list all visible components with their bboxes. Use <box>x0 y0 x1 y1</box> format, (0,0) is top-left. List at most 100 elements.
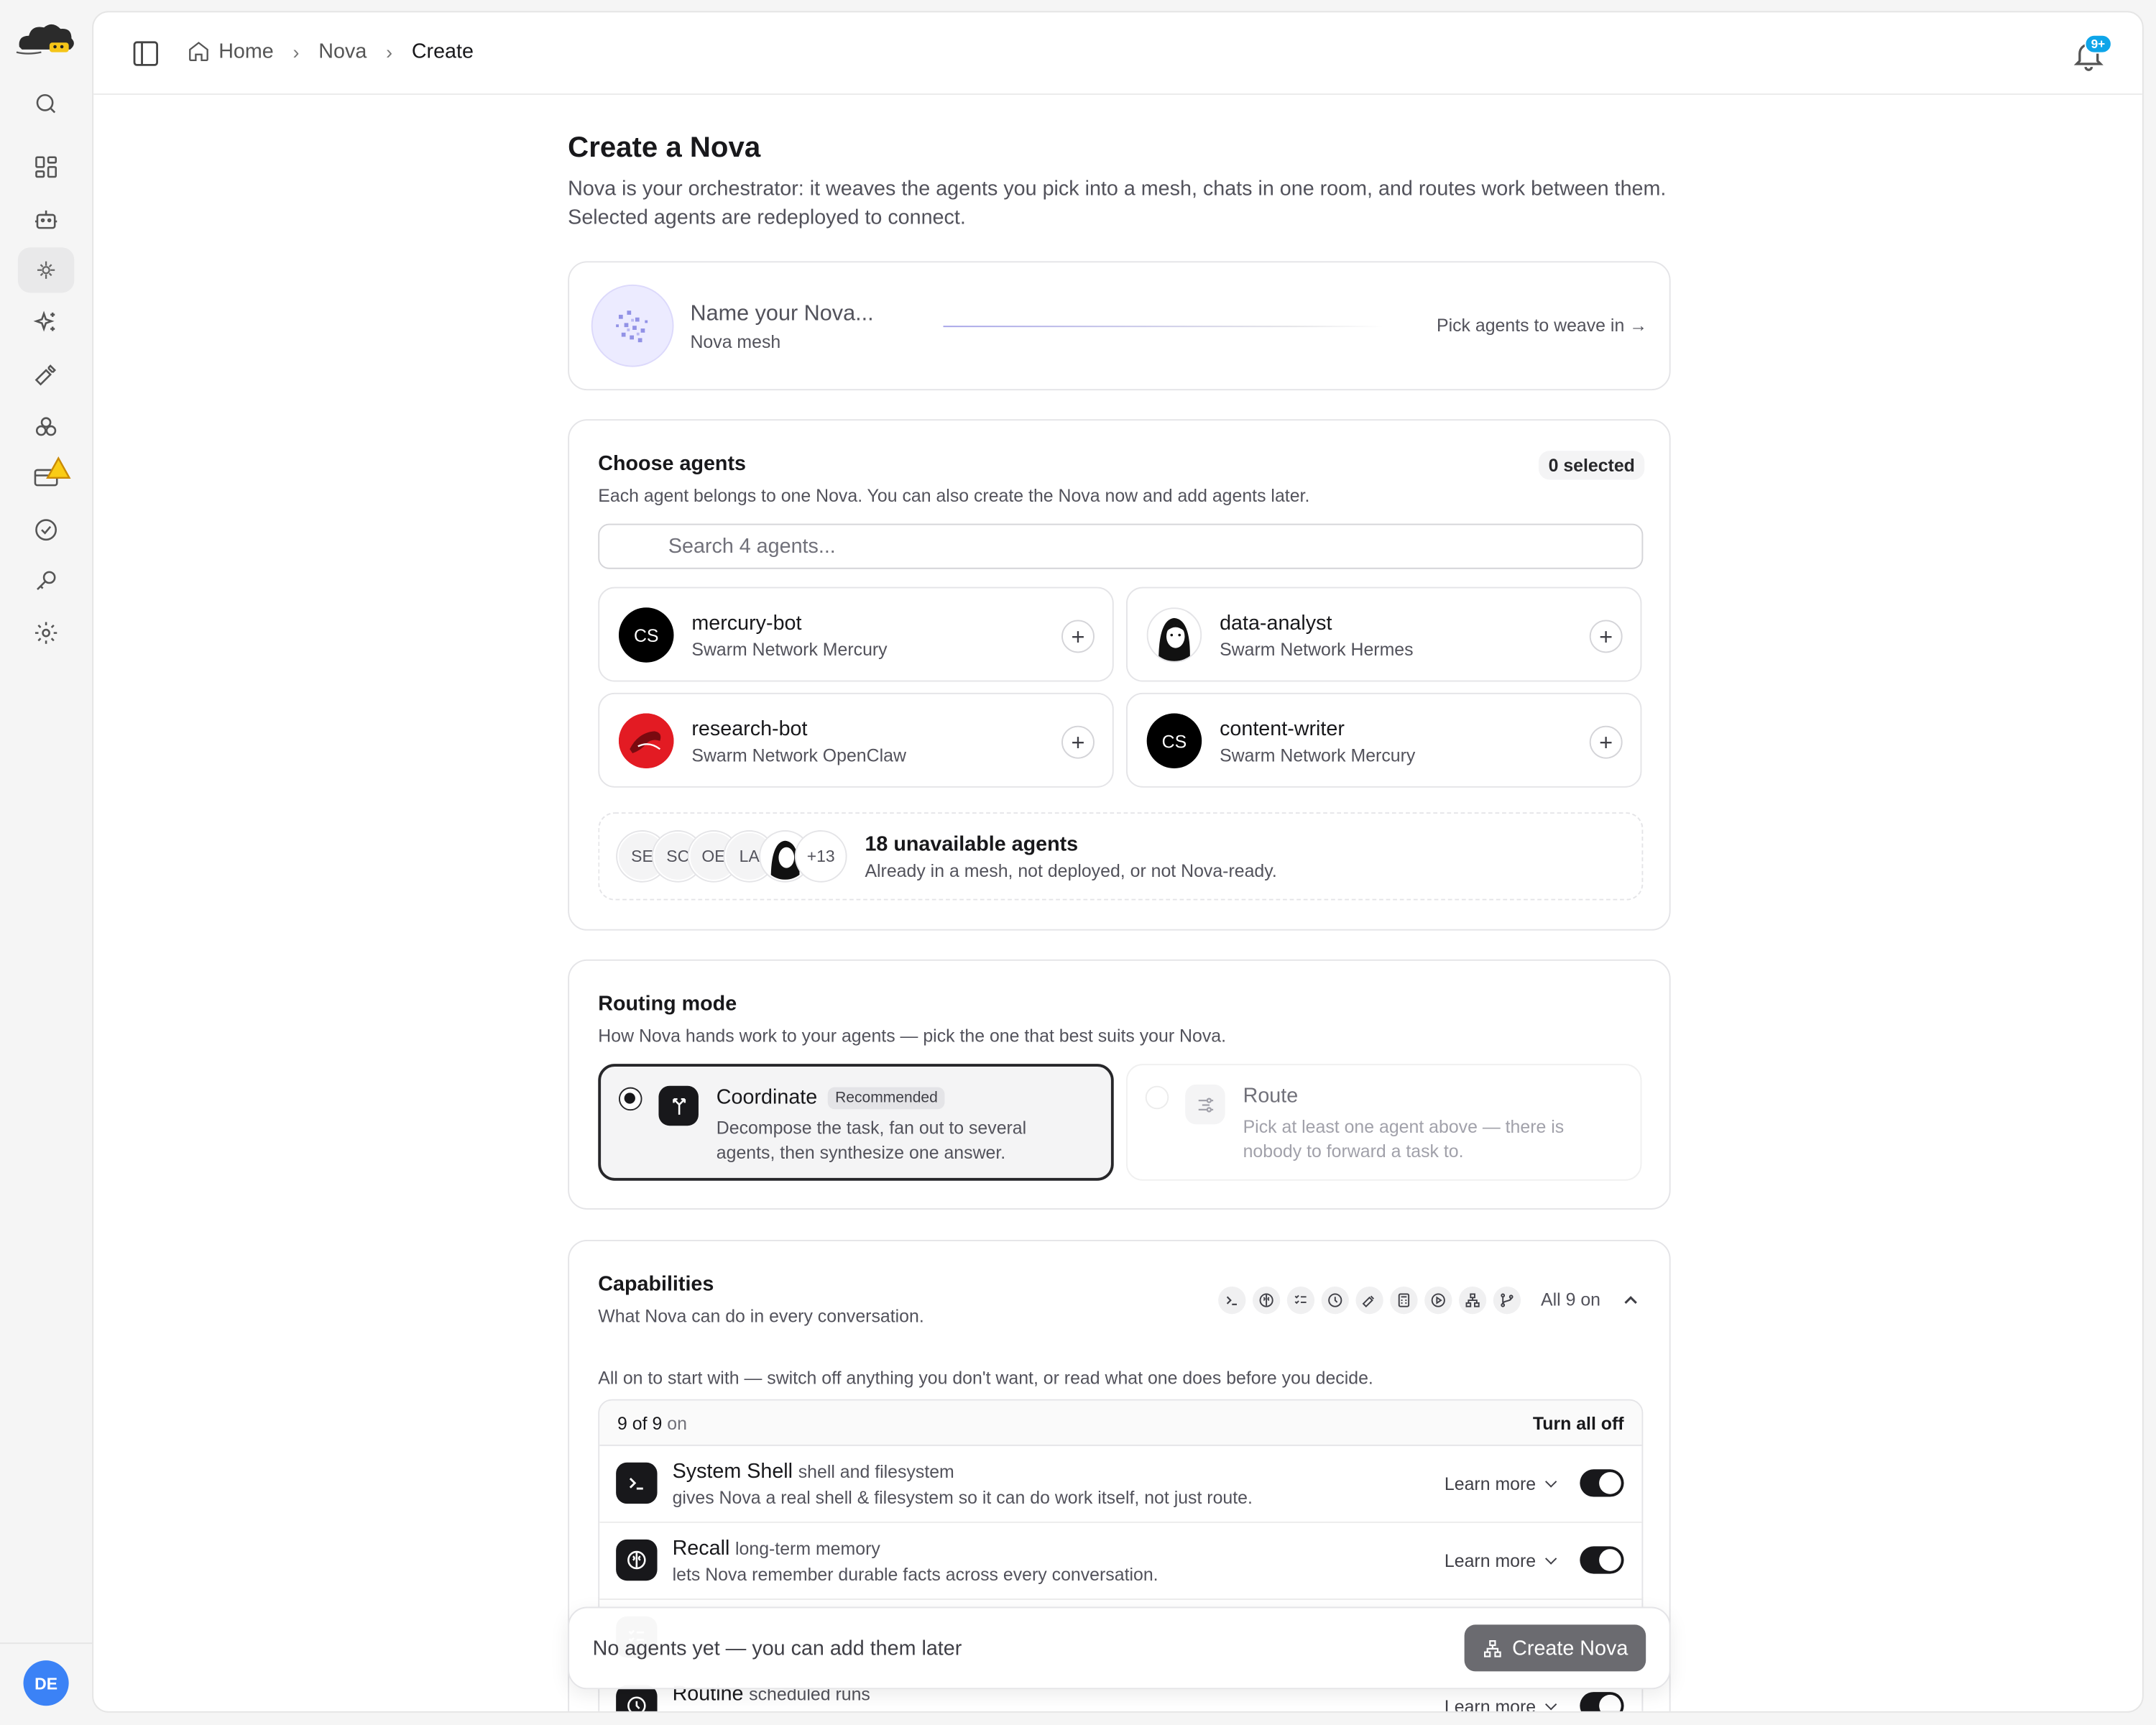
breadcrumb-current: Create <box>411 40 474 63</box>
radio-unselected[interactable] <box>1145 1085 1169 1110</box>
keys-icon[interactable] <box>18 558 74 603</box>
portrait-icon <box>1158 617 1190 661</box>
sidebar-divider <box>0 1642 93 1644</box>
pick-agents-link[interactable]: Pick agents to weave in → <box>1437 315 1647 336</box>
notification-badge: 9+ <box>2084 34 2112 54</box>
capabilities-summary: All 9 on <box>1541 1289 1601 1310</box>
network-icon <box>1458 1286 1487 1315</box>
nova-mesh-label: Nova mesh <box>690 331 781 352</box>
checklist-icon <box>1286 1286 1315 1315</box>
turn-all-off-button[interactable]: Turn all off <box>1533 1413 1624 1434</box>
capability-description: gives Nova a real shell & filesystem so … <box>672 1487 1253 1508</box>
breadcrumb: Home › Nova › Create <box>187 40 474 63</box>
tasks-icon[interactable] <box>18 507 74 553</box>
choose-agents-subtitle: Each agent belongs to one Nova. You can … <box>598 485 1310 506</box>
option-name: Route <box>1243 1084 1299 1108</box>
capabilities-subtitle: What Nova can do in every conversation. <box>598 1305 924 1327</box>
nova-mesh-avatar <box>591 284 674 367</box>
learn-more-button[interactable]: Learn more <box>1445 1550 1555 1571</box>
agent-network: Swarm Network Hermes <box>1220 639 1414 660</box>
search-icon[interactable] <box>18 81 74 126</box>
play-icon <box>1424 1286 1452 1315</box>
capabilities-title: Capabilities <box>598 1272 714 1297</box>
nova-name-input[interactable]: Name your Nova... <box>690 303 873 327</box>
agent-avatar <box>1146 607 1202 663</box>
option-name: Coordinate <box>716 1085 818 1110</box>
claw-icon <box>618 713 674 769</box>
terminal-icon <box>1218 1286 1246 1315</box>
routing-option-coordinate[interactable]: Coordinate Recommended Decompose the task… <box>598 1064 1114 1181</box>
dashboard-icon[interactable] <box>18 144 74 190</box>
capability-toggle[interactable] <box>1580 1469 1624 1497</box>
radio-selected[interactable] <box>618 1087 642 1111</box>
agent-name: mercury-bot <box>691 611 802 635</box>
choose-agents-card: Choose agents 0 selected Each agent belo… <box>568 419 1671 931</box>
user-avatar[interactable]: DE <box>23 1660 69 1706</box>
chevron-right-icon: › <box>292 40 300 63</box>
logo[interactable] <box>14 19 77 60</box>
warning-icon <box>46 456 71 479</box>
capability-row-recall: Recall long-term memory lets Nova remembe… <box>599 1523 1642 1600</box>
add-agent-button[interactable]: + <box>1589 725 1623 759</box>
agent-network: Swarm Network Mercury <box>1220 745 1416 766</box>
billing-icon[interactable] <box>18 455 74 500</box>
learn-more-button[interactable]: Learn more <box>1445 1473 1555 1494</box>
more-count: +13 <box>796 831 846 881</box>
sidebar-toggle-icon[interactable] <box>131 39 161 69</box>
agent-name: data-analyst <box>1220 611 1332 635</box>
capabilities-note: All on to start with — switch off anythi… <box>598 1367 1373 1389</box>
agent-avatar: CS <box>1146 713 1202 769</box>
capability-toggle[interactable] <box>1580 1692 1624 1711</box>
agents-icon[interactable] <box>18 196 74 242</box>
add-agent-button[interactable]: + <box>1589 620 1623 653</box>
branch-icon <box>1493 1286 1521 1315</box>
option-description: Pick at least one agent above — there is… <box>1243 1116 1565 1162</box>
sidebar: DE <box>0 0 93 1725</box>
avatar-initials: CS <box>633 625 659 645</box>
learn-more-button[interactable]: Learn more <box>1445 1696 1555 1711</box>
count-suffix: on <box>667 1412 687 1434</box>
avatar-initials: CS <box>1161 730 1187 752</box>
agent-card-content-writer[interactable]: CS content-writer Swarm Network Mercury … <box>1125 692 1642 788</box>
nova-icon[interactable] <box>17 247 75 293</box>
notifications-button[interactable]: 9+ <box>2070 34 2112 73</box>
agent-name: content-writer <box>1220 717 1345 741</box>
count-value: 9 of 9 <box>617 1412 663 1434</box>
routing-subtitle: How Nova hands work to your agents — pic… <box>598 1025 1227 1046</box>
mesh-connector-line <box>943 326 1383 328</box>
chevron-right-icon: › <box>386 40 393 63</box>
breadcrumb-nova[interactable]: Nova <box>318 40 367 63</box>
agent-card-data-analyst[interactable]: data-analyst Swarm Network Hermes + <box>1125 586 1642 682</box>
sparkles-icon[interactable] <box>18 300 74 345</box>
add-agent-button[interactable]: + <box>1061 725 1095 759</box>
create-nova-button[interactable]: Create Nova <box>1464 1624 1646 1672</box>
agent-card-mercury-bot[interactable]: CS mercury-bot Swarm Network Mercury + <box>598 586 1114 682</box>
option-description: Decompose the task, fan out to several a… <box>716 1117 1027 1163</box>
integrations-icon[interactable] <box>18 404 74 449</box>
capability-toggle[interactable] <box>1580 1546 1624 1574</box>
add-agent-button[interactable]: + <box>1061 620 1095 653</box>
agent-avatar <box>618 713 674 769</box>
create-nova-label: Create Nova <box>1512 1636 1628 1660</box>
routing-title: Routing mode <box>598 992 737 1016</box>
capability-kind: shell and filesystem <box>798 1460 954 1482</box>
chevron-up-icon[interactable] <box>1623 1292 1639 1309</box>
fan-out-icon <box>658 1085 699 1126</box>
agent-card-research-bot[interactable]: research-bot Swarm Network OpenClaw + <box>598 692 1114 788</box>
capability-icon-strip <box>1218 1286 1521 1315</box>
capability-name: Recall <box>672 1537 730 1560</box>
breadcrumb-home[interactable]: Home <box>218 40 274 63</box>
routing-mode-card: Routing mode How Nova hands work to your… <box>568 959 1671 1210</box>
terminal-icon <box>616 1462 658 1504</box>
choose-agents-title: Choose agents <box>598 452 747 476</box>
build-icon[interactable] <box>18 352 74 397</box>
routing-option-route[interactable]: Route Pick at least one agent above — th… <box>1125 1064 1642 1181</box>
agent-search-input[interactable] <box>598 523 1644 569</box>
calculator-icon <box>1390 1286 1418 1315</box>
main-panel: Home › Nova › Create 9+ Create a Nova No… <box>92 11 2144 1713</box>
enabled-count: 9 of 9 on <box>617 1413 687 1434</box>
nova-header-card: Name your Nova... Nova mesh Pick agents … <box>568 261 1671 391</box>
settings-icon[interactable] <box>18 610 74 656</box>
unavailable-agents-row[interactable]: SE SC OE LA +13 18 unavailable agents Al… <box>598 812 1644 901</box>
footer-message: No agents yet — you can add them later <box>592 1637 962 1661</box>
